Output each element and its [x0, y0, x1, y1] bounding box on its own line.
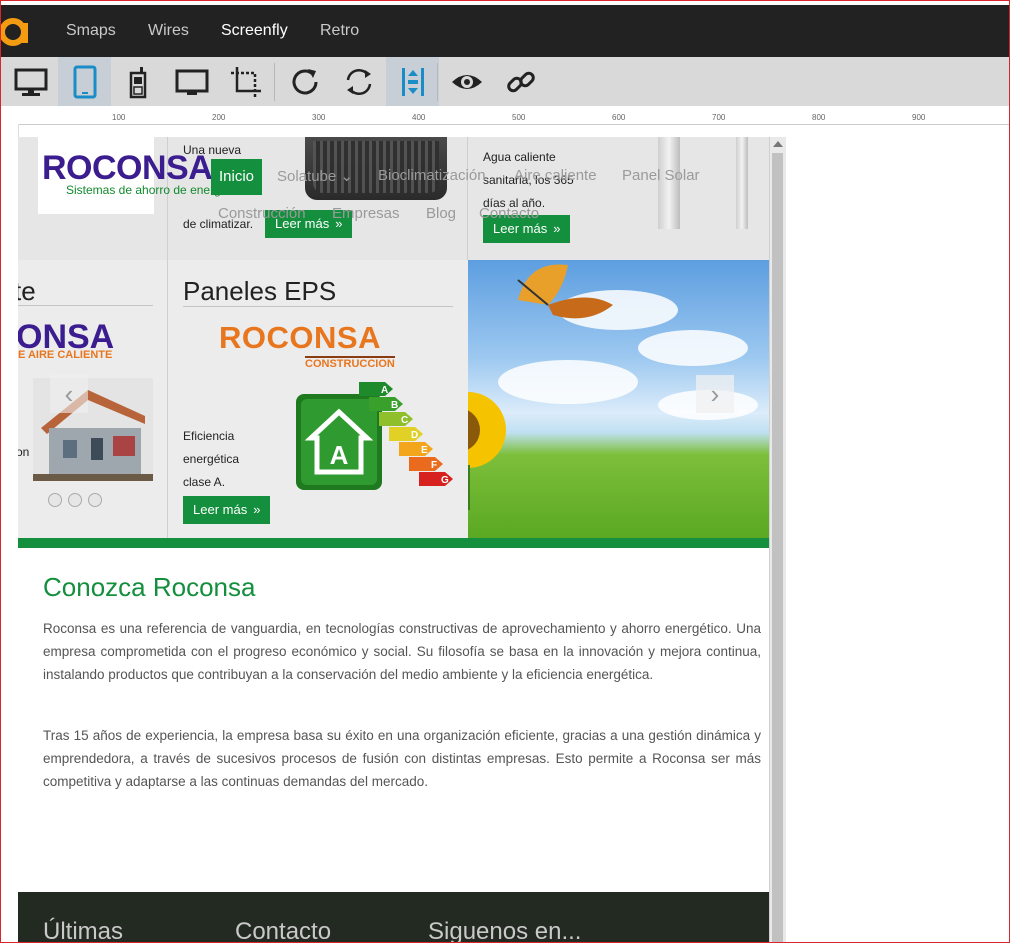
svg-text:G: G — [441, 475, 449, 486]
feature-text: Eficiencia — [183, 429, 235, 443]
svg-text:C: C — [401, 415, 408, 426]
tv-button[interactable] — [165, 57, 218, 106]
svg-text:E: E — [421, 445, 428, 456]
television-icon — [175, 69, 208, 95]
scroll-up-arrow-icon[interactable] — [773, 141, 783, 147]
nav-link-wires[interactable]: Wires — [148, 22, 189, 40]
share-button[interactable] — [494, 57, 547, 106]
screenfly-logo-icon[interactable] — [0, 13, 34, 49]
site-footer: Últimas Contacto Siguenos en... — [18, 892, 769, 943]
feature-title: Paneles EPS — [183, 276, 337, 306]
tablet-button[interactable] — [58, 57, 111, 106]
menu-item-empresas[interactable]: Empresas — [332, 205, 400, 222]
rotate-button[interactable] — [332, 57, 385, 106]
footer-heading-contact: Contacto — [235, 918, 332, 943]
energy-badge-letter: A — [330, 440, 349, 470]
read-more-button[interactable]: Leer más» — [183, 496, 271, 524]
ruler-label: 200 — [212, 113, 226, 122]
menu-item-bioclimatizacion[interactable]: Bioclimatización — [378, 167, 486, 184]
ruler-label: 300 — [312, 113, 326, 122]
menu-item-contacto[interactable]: Contacto — [479, 205, 539, 222]
feature-title: te — [18, 276, 36, 306]
footer-heading-latest: Últimas — [43, 918, 124, 943]
energy-rating-icon: A A B C D E F G — [296, 382, 453, 490]
mobile-button[interactable] — [111, 57, 164, 106]
ruler-label: 400 — [412, 113, 426, 122]
mobile-phone-icon — [129, 66, 146, 98]
feature-text: Agua caliente — [483, 150, 556, 164]
feature-row-top: ROCONSA Sistemas de ahorro de energía Un… — [18, 137, 769, 260]
menu-item-construccion[interactable]: Construcción — [218, 205, 306, 222]
tablet-icon — [73, 65, 96, 98]
section-divider — [18, 538, 769, 548]
menu-item-aire-caliente[interactable]: Aire caliente — [514, 167, 597, 184]
ruler-label: 700 — [712, 113, 726, 122]
feature-logo: ROCONSA — [219, 320, 381, 355]
top-navbar: Smaps Wires Screenfly Retro — [0, 5, 1010, 57]
nav-link-retro[interactable]: Retro — [320, 22, 359, 40]
feature-logo-sub: CONSTRUCCION — [305, 356, 395, 370]
feature-row-main: te ONSA E AIRE CALIENTE ‹ on Paneles EPS… — [18, 260, 769, 538]
carousel-next-button[interactable]: › — [696, 375, 734, 413]
svg-text:A: A — [381, 385, 388, 396]
chevron-left-icon: ‹ — [64, 378, 74, 409]
menu-item-solatube[interactable]: Solatube ⌄ — [277, 167, 353, 185]
ruler-label: 100 — [112, 113, 126, 122]
scroll-toggle-button[interactable] — [386, 57, 439, 106]
feature-text: clase A. — [183, 475, 226, 489]
brand-tagline: Sistemas de ahorro de energía — [66, 183, 231, 197]
vertical-ruler — [0, 124, 19, 943]
preview-eye-icon — [451, 74, 482, 89]
read-more-label: Leer más — [493, 221, 548, 236]
scrollbar-thumb[interactable] — [772, 153, 783, 943]
about-paragraph-1: Roconsa es una referencia de vanguardia,… — [43, 621, 761, 682]
ruler-label: 600 — [612, 113, 626, 122]
carousel-prev-button[interactable]: ‹ — [50, 375, 88, 413]
horizontal-ruler: 100 200 300 400 500 600 700 800 900 — [0, 106, 1010, 125]
nav-link-screenfly[interactable]: Screenfly — [221, 22, 288, 40]
butterfly-sunflower-image: › — [468, 260, 769, 538]
feature-text: on — [18, 445, 30, 459]
carousel-dot[interactable] — [88, 493, 102, 507]
custom-size-button[interactable] — [219, 57, 272, 106]
svg-text:F: F — [431, 460, 437, 471]
rotate-icon — [346, 68, 371, 95]
refresh-icon — [292, 68, 317, 94]
scroll-toggle-icon — [401, 67, 424, 96]
svg-text:B: B — [391, 400, 398, 411]
refresh-button[interactable] — [278, 57, 331, 106]
ruler-label: 800 — [812, 113, 826, 122]
carousel-dot[interactable] — [68, 493, 82, 507]
chevron-right-icon: › — [710, 378, 720, 409]
read-more-label: Leer más — [193, 502, 248, 517]
desktop-icon — [14, 68, 47, 96]
device-viewport[interactable]: ROCONSA Sistemas de ahorro de energía Un… — [18, 137, 769, 943]
viewport-scrollbar[interactable] — [769, 137, 786, 943]
menu-item-blog[interactable]: Blog — [426, 205, 456, 222]
device-toolbar — [0, 57, 1010, 106]
carousel-dot[interactable] — [48, 493, 62, 507]
nav-link-smaps[interactable]: Smaps — [66, 22, 116, 40]
ruler-label: 900 — [912, 113, 926, 122]
preview-button[interactable] — [440, 57, 493, 106]
svg-text:D: D — [411, 430, 418, 441]
share-link-icon — [506, 71, 535, 92]
ruler-label: 500 — [512, 113, 526, 122]
menu-item-panel-solar[interactable]: Panel Solar — [622, 167, 700, 184]
desktop-button[interactable] — [4, 57, 57, 106]
pipe-image — [736, 137, 748, 229]
feature-logo-sub: E AIRE CALIENTE — [18, 349, 113, 361]
footer-heading-follow: Siguenos en... — [428, 918, 582, 943]
feature-text: energética — [183, 452, 240, 466]
menu-item-inicio[interactable]: Inicio — [211, 159, 263, 195]
about-paragraph-2: Tras 15 años de experiencia, la empresa … — [43, 728, 761, 789]
crop-icon — [230, 66, 261, 97]
about-title: Conozca Roconsa — [43, 572, 256, 602]
